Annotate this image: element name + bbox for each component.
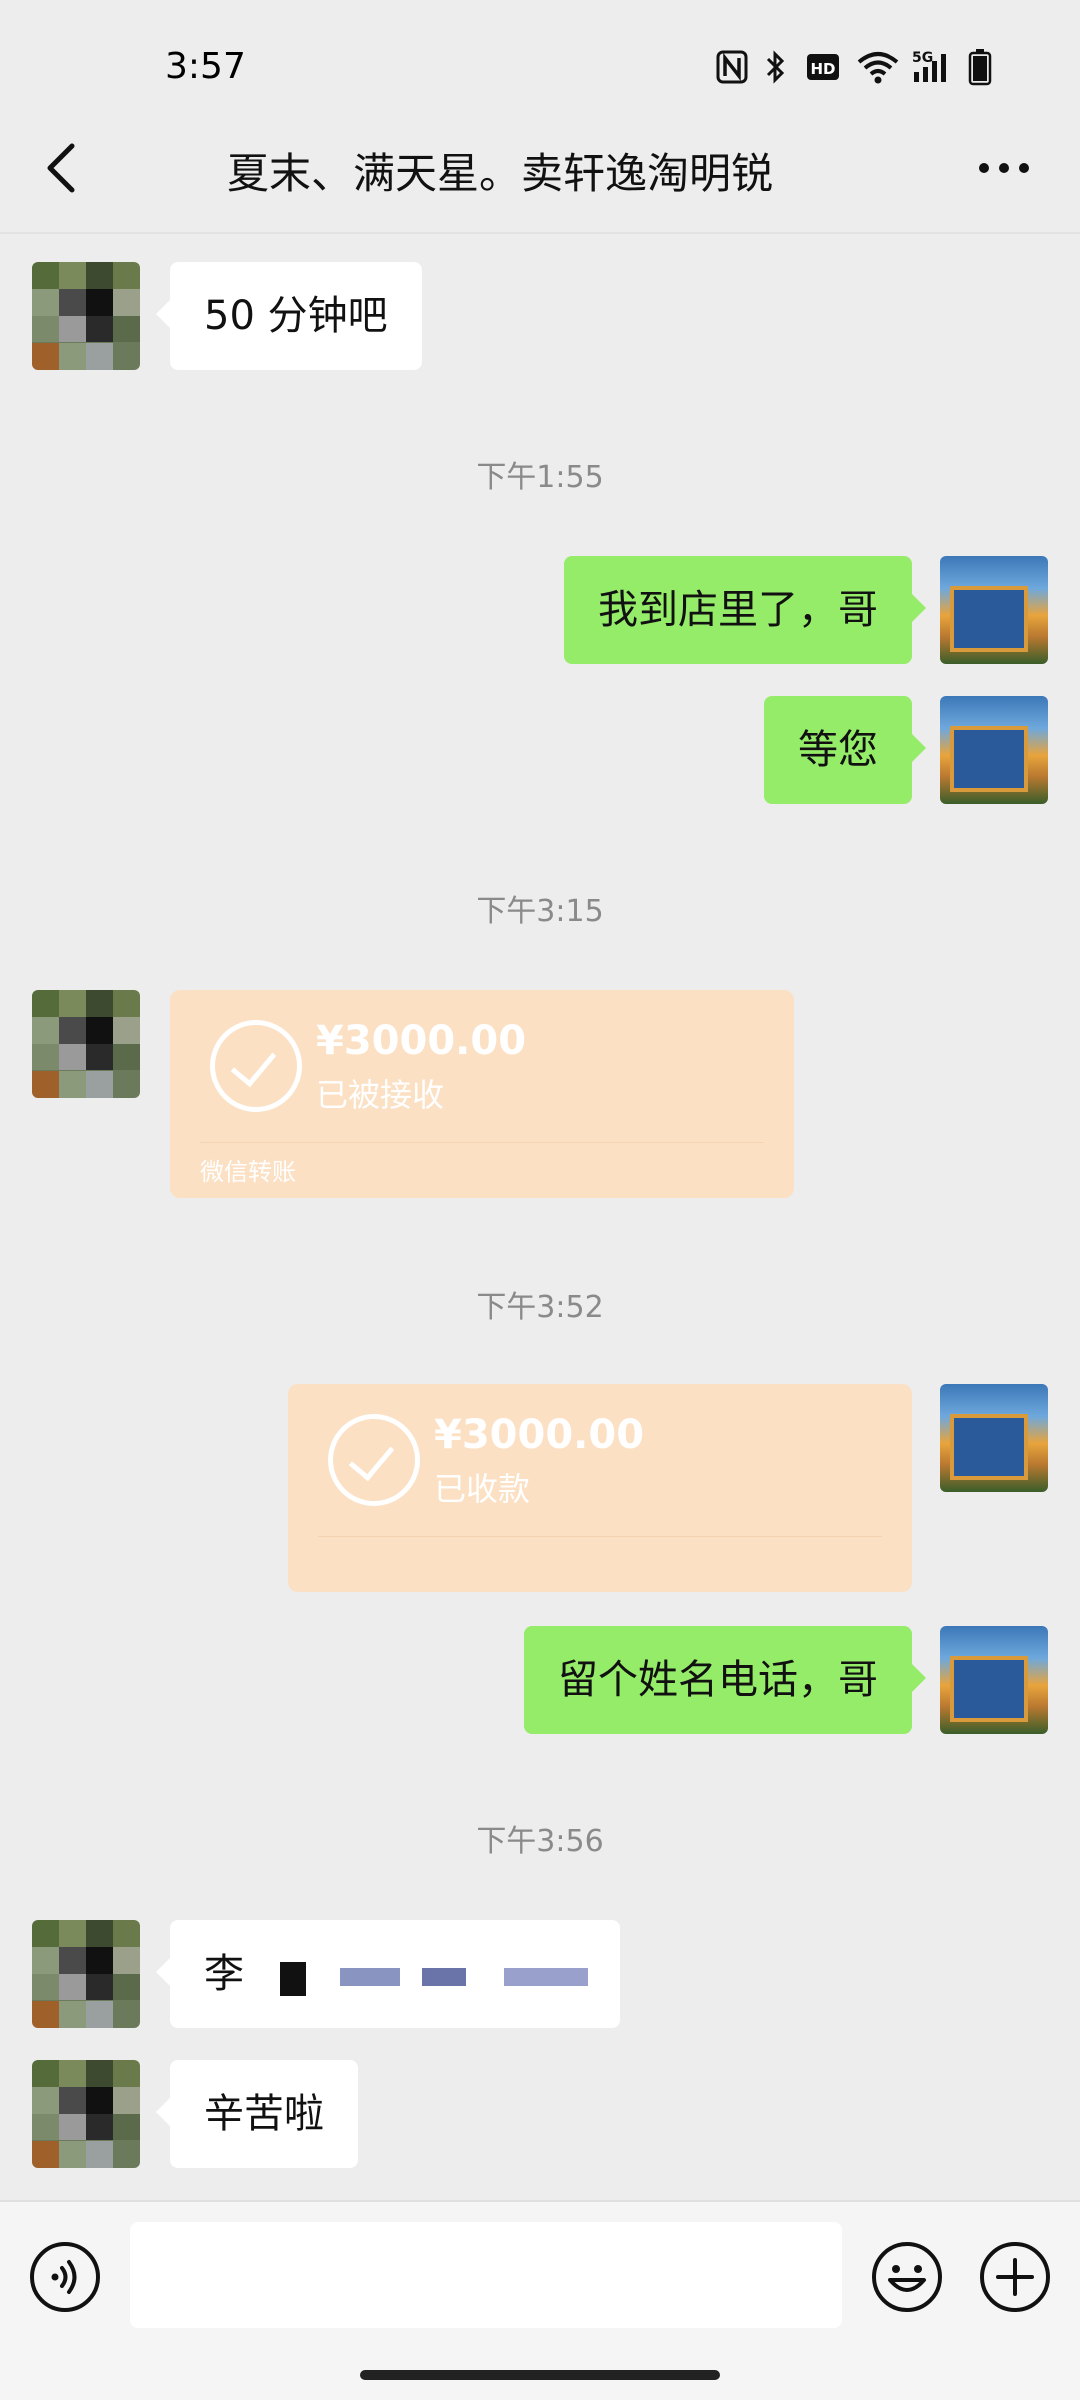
timestamp: 下午1:55 (476, 460, 604, 495)
message-text: 50 分钟吧 (204, 293, 388, 339)
transfer-status: 已收款 (434, 1470, 531, 1508)
message-text: 辛苦啦 (204, 2091, 324, 2137)
my-avatar[interactable] (940, 1626, 1048, 1734)
message-text: 我到店里了，哥 (598, 587, 878, 633)
nfc-icon (716, 50, 748, 84)
message-bubble-incoming[interactable]: 李 (156, 1920, 620, 2028)
transfer-status: 已被接收 (316, 1076, 445, 1114)
check-circle-icon (210, 1020, 302, 1112)
home-indicator (360, 2370, 720, 2380)
5g-signal-icon: 5G (912, 50, 946, 82)
contact-avatar[interactable] (32, 990, 140, 1098)
message-text: 等您 (798, 727, 878, 773)
chat-title: 夏末、满天星。卖轩逸淘明锐 (226, 149, 773, 198)
transfer-label: 微信转账 (200, 1158, 296, 1186)
redaction-block (340, 1968, 400, 1986)
message-bubble-outgoing[interactable]: 等您 (764, 696, 926, 804)
redaction-block (504, 1968, 588, 1986)
message-text: 留个姓名电话，哥 (558, 1657, 878, 1703)
contact-avatar[interactable] (32, 262, 140, 370)
svg-text:5G: 5G (912, 50, 933, 66)
header-divider (0, 232, 1080, 234)
message-bubble-incoming[interactable]: 50 分钟吧 (156, 262, 422, 370)
transfer-divider (200, 1142, 764, 1143)
transfer-card-outgoing[interactable]: ¥3000.00 已收款 (288, 1384, 912, 1592)
more-options-button[interactable] (976, 152, 1032, 184)
plus-icon[interactable] (978, 2240, 1052, 2314)
message-bubble-outgoing[interactable]: 我到店里了，哥 (564, 556, 926, 664)
emoji-icon[interactable] (870, 2240, 944, 2314)
timestamp: 下午3:56 (476, 1824, 604, 1859)
svg-text:HD: HD (810, 60, 835, 78)
timestamp: 下午3:52 (476, 1290, 604, 1325)
bluetooth-icon (766, 50, 785, 84)
back-button[interactable] (36, 140, 92, 196)
redaction-block (422, 1968, 466, 1986)
redaction-block (280, 1962, 306, 1996)
transfer-amount: ¥3000.00 (434, 1412, 645, 1458)
contact-avatar[interactable] (32, 2060, 140, 2168)
status-time: 3:57 (165, 46, 246, 87)
voice-icon[interactable] (28, 2240, 102, 2314)
my-avatar[interactable] (940, 696, 1048, 804)
transfer-divider (318, 1536, 882, 1537)
timestamp: 下午3:15 (476, 894, 604, 929)
transfer-card-incoming[interactable]: ¥3000.00 已被接收 微信转账 (170, 990, 794, 1198)
hd-icon: HD (807, 54, 839, 80)
battery-icon (968, 49, 992, 86)
message-text: 李 (204, 1951, 244, 1997)
message-bubble-outgoing[interactable]: 留个姓名电话，哥 (524, 1626, 926, 1734)
check-circle-icon (328, 1414, 420, 1506)
my-avatar[interactable] (940, 556, 1048, 664)
contact-avatar[interactable] (32, 1920, 140, 2028)
message-input[interactable] (130, 2222, 842, 2328)
my-avatar[interactable] (940, 1384, 1048, 1492)
transfer-amount: ¥3000.00 (316, 1018, 527, 1064)
message-bubble-incoming[interactable]: 辛苦啦 (156, 2060, 358, 2168)
wifi-icon (857, 52, 899, 84)
